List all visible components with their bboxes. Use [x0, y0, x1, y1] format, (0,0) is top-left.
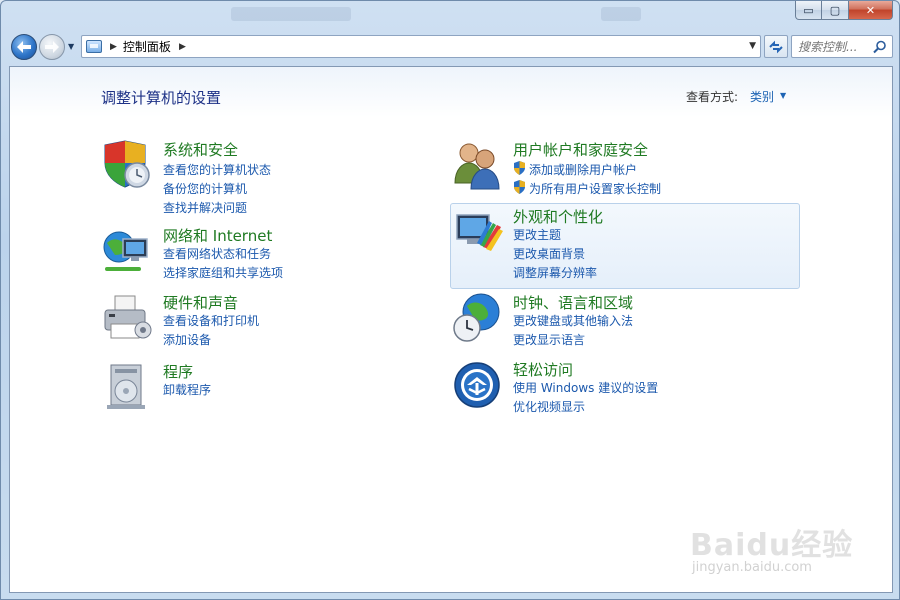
category-user-accounts: 用户帐户和家庭安全 添加或删除用户帐户 为所有用户设置家长控制	[451, 139, 781, 199]
maximize-button[interactable]: ▢	[822, 1, 849, 20]
back-arrow-icon	[17, 41, 31, 53]
category-link[interactable]: 为所有用户设置家长控制	[529, 180, 661, 197]
breadcrumb-control-panel[interactable]: 控制面板	[123, 38, 171, 55]
view-by-dropdown-icon[interactable]: ▼	[780, 91, 786, 100]
users-icon	[454, 143, 500, 190]
control-panel-window: ▭ ▢ ✕ ▼ ▶ 控制面板 ▶ ▼ 搜索控制... 调整计算机的设置 查看方式…	[0, 0, 900, 600]
category-link[interactable]: 查看网络状态和任务	[163, 245, 271, 262]
content-pane: 调整计算机的设置 查看方式: 类别 ▼ 系统和安全 查看您的计算机状态 备份您的…	[9, 66, 893, 593]
uac-shield-icon	[514, 180, 525, 194]
baidu-watermark-url: jingyan.baidu.com	[692, 560, 812, 575]
window-controls: ▭ ▢ ✕	[795, 1, 893, 20]
refresh-icon	[769, 40, 783, 53]
baidu-watermark-logo: Baidu经验	[690, 528, 854, 563]
category-link[interactable]: 选择家庭组和共享选项	[163, 264, 283, 281]
category-link[interactable]: 优化视频显示	[513, 398, 585, 415]
title-glass-blur	[601, 7, 641, 21]
minimize-button[interactable]: ▭	[795, 1, 822, 20]
category-link[interactable]: 更改键盘或其他输入法	[513, 312, 633, 329]
category-link[interactable]: 备份您的计算机	[163, 180, 247, 197]
category-link[interactable]: 查看您的计算机状态	[163, 161, 271, 178]
page-title: 调整计算机的设置	[101, 89, 222, 107]
category-title[interactable]: 硬件和声音	[163, 292, 238, 313]
back-button[interactable]	[11, 34, 37, 60]
shield-icon	[104, 140, 150, 188]
control-panel-icon	[86, 40, 102, 53]
printer-icon	[104, 295, 152, 339]
category-ease-of-access: 轻松访问 使用 Windows 建议的设置 优化视频显示	[451, 359, 781, 419]
category-title[interactable]: 外观和个性化	[513, 206, 603, 227]
address-dropdown-icon[interactable]: ▼	[749, 41, 756, 51]
network-icon	[103, 231, 148, 271]
category-appearance-personalization[interactable]: 外观和个性化 更改主题 更改桌面背景 调整屏幕分辨率	[450, 203, 800, 289]
category-title[interactable]: 轻松访问	[513, 359, 573, 380]
category-network-internet: 网络和 Internet 查看网络状态和任务 选择家庭组和共享选项	[101, 225, 401, 285]
category-link[interactable]: 添加设备	[163, 331, 211, 348]
category-title[interactable]: 时钟、语言和区域	[513, 292, 633, 313]
category-link[interactable]: 卸载程序	[163, 381, 211, 398]
view-by-label: 查看方式:	[686, 90, 739, 104]
appearance-icon	[456, 214, 503, 251]
category-title[interactable]: 程序	[163, 361, 193, 382]
breadcrumb-chevron-icon[interactable]: ▶	[110, 42, 117, 52]
category-hardware-sound: 硬件和声音 查看设备和打印机 添加设备	[101, 292, 401, 352]
view-by-dropdown[interactable]: 类别	[750, 88, 774, 105]
address-bar[interactable]: ▶ 控制面板 ▶ ▼	[81, 35, 761, 58]
title-glass-blur	[231, 7, 351, 21]
clock-globe-icon	[453, 293, 500, 342]
category-system-security: 系统和安全 查看您的计算机状态 备份您的计算机 查找并解决问题	[101, 139, 401, 217]
refresh-button[interactable]	[764, 35, 788, 58]
category-link[interactable]: 查看设备和打印机	[163, 312, 259, 329]
category-link[interactable]: 使用 Windows 建议的设置	[513, 379, 658, 396]
category-programs: 程序 卸载程序	[101, 361, 401, 411]
programs-icon	[107, 364, 145, 409]
title-bar: ▭ ▢ ✕	[1, 1, 899, 27]
forward-arrow-icon	[45, 41, 59, 53]
category-link[interactable]: 更改桌面背景	[513, 245, 585, 262]
category-clock-language-region: 时钟、语言和区域 更改键盘或其他输入法 更改显示语言	[451, 292, 781, 352]
category-link[interactable]: 更改主题	[513, 226, 561, 243]
navigation-bar: ▼ ▶ 控制面板 ▶ ▼	[9, 32, 893, 62]
search-box[interactable]	[791, 35, 893, 58]
category-link[interactable]: 添加或删除用户帐户	[529, 161, 637, 178]
close-button[interactable]: ✕	[849, 1, 893, 20]
breadcrumb-chevron-icon[interactable]: ▶	[179, 42, 186, 52]
forward-button[interactable]	[39, 34, 65, 60]
uac-shield-icon	[514, 161, 525, 175]
ease-of-access-icon	[454, 362, 500, 408]
search-icon[interactable]	[873, 40, 887, 54]
search-input[interactable]	[798, 39, 874, 54]
category-link[interactable]: 调整屏幕分辨率	[513, 264, 597, 281]
category-title[interactable]: 系统和安全	[163, 139, 238, 160]
category-title[interactable]: 网络和 Internet	[163, 225, 272, 246]
category-link[interactable]: 查找并解决问题	[163, 199, 247, 216]
category-title[interactable]: 用户帐户和家庭安全	[513, 139, 648, 160]
category-link[interactable]: 更改显示语言	[513, 331, 585, 348]
recent-pages-dropdown[interactable]: ▼	[68, 42, 74, 51]
